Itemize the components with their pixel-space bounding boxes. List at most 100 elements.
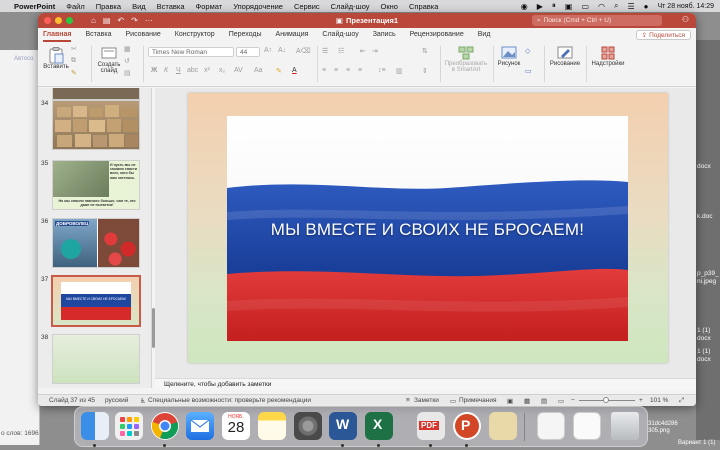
- font-size-select[interactable]: 44: [236, 47, 260, 57]
- justify-icon[interactable]: ≡: [358, 67, 362, 74]
- zoom-in-icon[interactable]: +: [639, 397, 643, 404]
- align-text-icon[interactable]: ⇕: [422, 67, 428, 75]
- menu-arrange[interactable]: Упорядочение: [233, 2, 283, 11]
- nvidia-icon[interactable]: ▣: [565, 2, 573, 11]
- zoom-level[interactable]: 101 %: [650, 397, 668, 404]
- font-color-icon[interactable]: A: [292, 67, 297, 74]
- slide-thumbnail[interactable]: [52, 88, 140, 100]
- strikethrough-icon[interactable]: abc: [187, 67, 198, 74]
- increase-font-icon[interactable]: A↑: [264, 47, 272, 54]
- siri-icon[interactable]: ●: [644, 2, 649, 11]
- chrome-icon[interactable]: [151, 412, 179, 440]
- tab-animations[interactable]: Анимация: [276, 28, 309, 42]
- align-center-icon[interactable]: ≡: [334, 67, 338, 74]
- picture-button[interactable]: Рисунок: [496, 45, 522, 67]
- reset-icon[interactable]: ↺: [124, 57, 130, 65]
- slide-thumbnail-36[interactable]: ДОБРОВОЛЕЦ: [52, 218, 140, 268]
- menu-format[interactable]: Формат: [196, 2, 223, 11]
- word-icon[interactable]: W: [329, 412, 357, 440]
- russian-flag-image[interactable]: МЫ ВМЕСТЕ И СВОИХ НЕ БРОСАЕМ!: [227, 116, 628, 341]
- finder-icon[interactable]: [81, 412, 109, 440]
- tab-record[interactable]: Запись: [373, 28, 396, 42]
- slide-thumbnail-37-selected[interactable]: МЫ ВМЕСТЕ И СВОИХ НЕ БРОСАЕМ!: [51, 275, 141, 327]
- downloads-stack-icon[interactable]: [537, 412, 565, 440]
- subscript-icon[interactable]: x₂: [219, 67, 225, 74]
- tab-transitions[interactable]: Переходы: [229, 28, 262, 42]
- trash-icon[interactable]: [611, 412, 639, 440]
- tab-slideshow[interactable]: Слайд-шоу: [322, 28, 358, 42]
- current-slide[interactable]: МЫ ВМЕСТЕ И СВОИХ НЕ БРОСАЕМ!: [188, 93, 668, 363]
- desktop-file-label[interactable]: docx: [697, 356, 711, 363]
- font-name-select[interactable]: Times New Roman: [148, 47, 234, 57]
- battery-icon[interactable]: ▭: [581, 2, 589, 11]
- pdf-app-icon[interactable]: PDF: [417, 412, 445, 440]
- menu-insert[interactable]: Вставка: [157, 2, 185, 11]
- comments-toggle[interactable]: Примечания: [459, 397, 497, 404]
- slide-thumbnail-38[interactable]: [52, 334, 140, 384]
- notes-icon[interactable]: ≡: [406, 397, 410, 404]
- tab-home[interactable]: Главная: [43, 28, 72, 42]
- share-button[interactable]: ⇪ Поделиться: [635, 30, 691, 40]
- notes-app-icon[interactable]: [258, 412, 286, 440]
- menu-edit[interactable]: Правка: [96, 2, 121, 11]
- preview-icon[interactable]: [489, 412, 517, 440]
- pause-icon[interactable]: ⏸: [552, 1, 556, 11]
- copy-icon[interactable]: ⧉: [71, 57, 76, 65]
- change-case-icon[interactable]: Aa: [254, 67, 263, 74]
- reading-view-icon[interactable]: ▤: [541, 397, 547, 405]
- line-spacing-icon[interactable]: ↕≡: [378, 67, 386, 74]
- desktop-file-label[interactable]: docx: [697, 335, 711, 342]
- italic-icon[interactable]: К: [164, 67, 168, 74]
- decrease-font-icon[interactable]: A↓: [278, 47, 286, 54]
- convert-smartart-button[interactable]: Преобразовать в SmartArt: [442, 45, 490, 73]
- desktop-file-label[interactable]: p_p39_: [697, 270, 719, 277]
- format-painter-icon[interactable]: ✎: [71, 69, 77, 77]
- save-icon[interactable]: ▤: [103, 16, 111, 25]
- slide-thumbnail-34[interactable]: [52, 100, 140, 150]
- slide-thumbnail-35[interactable]: И пусть мы не сможем спасти всех, кого б…: [52, 160, 140, 210]
- documents-stack-icon[interactable]: [573, 412, 601, 440]
- wifi-icon[interactable]: ◠: [598, 2, 605, 11]
- desktop-file-label[interactable]: 1 (1): [697, 348, 710, 355]
- menu-view[interactable]: Вид: [132, 2, 146, 11]
- search-input[interactable]: ⌕ Поиск (Cmd + Ctrl + U): [532, 15, 662, 26]
- tab-review[interactable]: Рецензирование: [410, 28, 464, 42]
- slide-thumbnail-panel[interactable]: 34 35 И пусть мы не сможем спасти всех, …: [38, 88, 152, 388]
- drawing-button[interactable]: Рисование: [548, 45, 582, 67]
- search-icon[interactable]: ⌕: [614, 1, 618, 11]
- text-direction-icon[interactable]: ⇅: [422, 47, 428, 55]
- clear-format-icon[interactable]: A⌫: [296, 47, 311, 55]
- section-icon[interactable]: ▤: [124, 69, 131, 77]
- tab-design[interactable]: Конструктор: [175, 28, 215, 42]
- layout-icon[interactable]: ▦: [124, 45, 131, 53]
- control-center-icon[interactable]: ☰: [627, 2, 634, 11]
- underline-icon[interactable]: Ч: [176, 67, 181, 74]
- tab-view[interactable]: Вид: [478, 28, 491, 42]
- menu-help[interactable]: Справка: [409, 2, 438, 11]
- notes-pane[interactable]: Щелкните, чтобы добавить заметки: [155, 378, 696, 390]
- home-icon[interactable]: ⌂: [91, 16, 96, 25]
- launchpad-icon[interactable]: [115, 412, 143, 440]
- menu-slideshow[interactable]: Слайд-шоу: [331, 2, 370, 11]
- shapes-icon[interactable]: ◇: [525, 47, 530, 55]
- align-left-icon[interactable]: ≡: [322, 67, 326, 74]
- desktop-file-label[interactable]: 1 (1): [697, 327, 710, 334]
- comments-icon[interactable]: ▭: [450, 397, 456, 405]
- account-icon[interactable]: ⚇: [682, 15, 689, 24]
- redo-icon[interactable]: ↷: [131, 16, 138, 25]
- tab-insert[interactable]: Вставка: [85, 28, 111, 42]
- zoom-slider-handle[interactable]: [603, 397, 609, 403]
- bold-icon[interactable]: Ж: [151, 67, 157, 74]
- close-window-button[interactable]: [44, 17, 51, 24]
- bullets-icon[interactable]: ☰: [322, 47, 328, 55]
- align-right-icon[interactable]: ≡: [346, 67, 350, 74]
- status-circle-icon[interactable]: ◉: [521, 2, 528, 11]
- slide-sorter-icon[interactable]: ▦: [524, 397, 530, 405]
- textbox-icon[interactable]: ▭: [525, 67, 532, 75]
- undo-icon[interactable]: ↶: [117, 16, 124, 25]
- decrease-indent-icon[interactable]: ⇤: [360, 47, 366, 55]
- desktop-file-label[interactable]: ni.jpeg: [697, 278, 716, 285]
- desktop-file-label[interactable]: docx: [697, 163, 711, 170]
- tab-draw[interactable]: Рисование: [126, 28, 161, 42]
- highlight-icon[interactable]: ✎: [276, 67, 282, 75]
